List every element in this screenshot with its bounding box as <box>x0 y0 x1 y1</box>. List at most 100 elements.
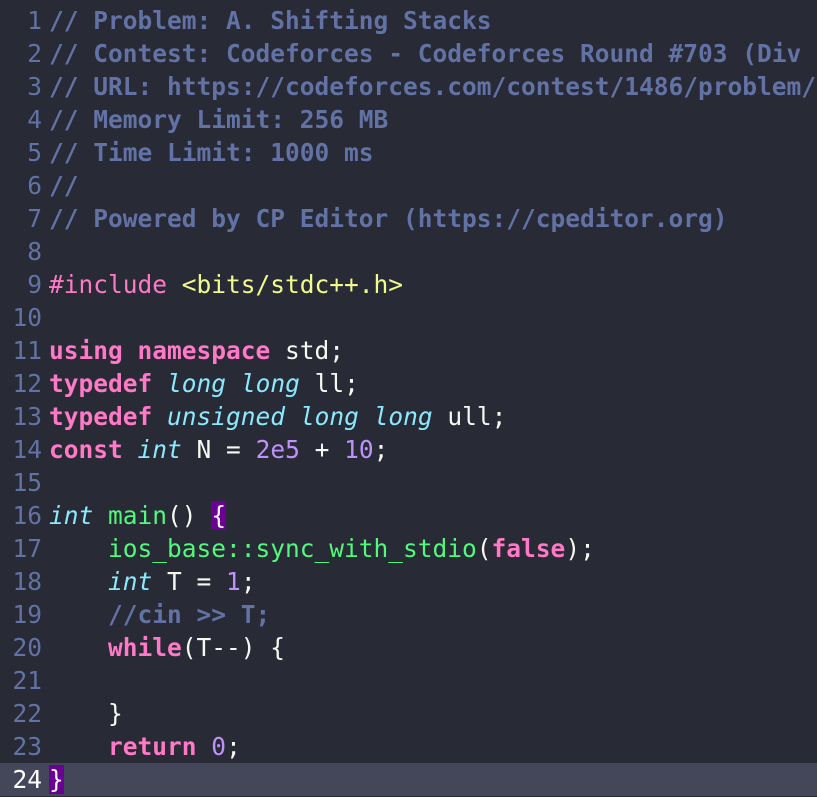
code-token: } <box>49 699 123 728</box>
code-line[interactable]: 17 ios_base::sync_with_stdio(false); <box>0 532 817 565</box>
code-line[interactable]: 9 #include <bits/stdc++.h> <box>0 268 817 301</box>
code-text: // Time Limit: 1000 ms <box>49 138 374 167</box>
code-text: // Problem: A. Shifting Stacks <box>49 6 492 35</box>
line-number: 12 <box>12 369 42 398</box>
line-number: 11 <box>12 336 42 365</box>
code-line[interactable]: 4// Memory Limit: 256 MB <box>0 103 817 136</box>
code-token: long <box>299 402 359 431</box>
line-number: 22 <box>12 699 42 728</box>
code-token: // Time Limit: 1000 ms <box>49 138 374 167</box>
matched-brace: } <box>49 765 64 794</box>
code-text: } <box>49 699 123 728</box>
code-token: // Problem: A. Shifting Stacks <box>49 6 492 35</box>
line-number: 8 <box>27 237 42 266</box>
code-token: ios_base::sync_with_stdio <box>108 534 477 563</box>
code-token: // Memory Limit: 256 MB <box>49 105 389 134</box>
line-number: 2 <box>27 39 42 68</box>
line-number: 20 <box>12 633 42 662</box>
code-line[interactable]: 24} <box>0 763 817 796</box>
code-token: long <box>240 369 300 398</box>
line-number: 23 <box>12 732 42 761</box>
code-line[interactable]: 3// URL: https://codeforces.com/contest/… <box>0 70 817 103</box>
code-token: return <box>108 732 197 761</box>
code-token: () <box>167 501 212 530</box>
code-line[interactable]: 13 typedef unsigned long long ull; <box>0 400 817 433</box>
line-number: 17 <box>12 534 42 563</box>
code-text: int T = 1; <box>49 567 256 596</box>
code-token: ); <box>565 534 595 563</box>
code-text: while(T--) { <box>49 633 285 662</box>
code-token: ; <box>240 567 256 596</box>
code-line[interactable]: 23 return 0; <box>0 730 817 763</box>
code-line[interactable]: 15 <box>0 466 817 499</box>
line-number: 6 <box>27 171 42 200</box>
code-line[interactable]: 20 while(T--) { <box>0 631 817 664</box>
matched-brace: { <box>211 501 227 530</box>
line-number: 10 <box>12 303 42 332</box>
code-line[interactable]: 18 int T = 1; <box>0 565 817 598</box>
code-line[interactable]: 1// Problem: A. Shifting Stacks <box>0 4 817 37</box>
code-editor[interactable]: 1// Problem: A. Shifting Stacks 2// Conte… <box>0 0 817 797</box>
code-token: // Powered by CP Editor (https://cpedito… <box>49 204 728 233</box>
code-line[interactable]: 11 using namespace std; <box>0 334 817 367</box>
code-text: const int N = 2e5 + 10; <box>49 435 388 464</box>
line-number: 5 <box>27 138 42 167</box>
code-text: using namespace std; <box>49 336 344 365</box>
code-line[interactable]: 19 //cin >> T; <box>0 598 817 631</box>
code-token: (T--) { <box>181 633 286 662</box>
code-token: int <box>108 567 153 596</box>
code-text: // Contest: Codeforces - Codeforces Roun… <box>49 39 801 68</box>
code-token: ; <box>226 732 241 761</box>
code-line[interactable]: 14 const int N = 2e5 + 10; <box>0 433 817 466</box>
code-token: T = <box>152 567 227 596</box>
code-line[interactable]: 10 <box>0 301 817 334</box>
line-number: 9 <box>27 270 42 299</box>
code-token: while <box>108 633 182 662</box>
code-token: ( <box>476 534 492 563</box>
line-number: 15 <box>12 468 42 497</box>
code-line[interactable]: 7// Powered by CP Editor (https://cpedit… <box>0 202 817 235</box>
code-token: typedef <box>49 369 153 398</box>
code-token: <bits/stdc++.h> <box>181 270 404 299</box>
line-number: 16 <box>12 501 42 530</box>
line-number: 4 <box>27 105 42 134</box>
code-line[interactable]: 21 <box>0 664 817 697</box>
code-text: return 0; <box>49 732 241 761</box>
code-token: namespace <box>137 336 271 365</box>
code-token: // Contest: Codeforces - Codeforces Roun… <box>49 39 802 68</box>
code-line[interactable]: 8 <box>0 235 817 268</box>
code-line[interactable]: 2// Contest: Codeforces - Codeforces Rou… <box>0 37 817 70</box>
line-number: 21 <box>12 666 42 695</box>
code-line[interactable]: 12 typedef long long ll; <box>0 367 817 400</box>
code-line[interactable]: 16 int main() { <box>0 499 817 532</box>
line-number: 13 <box>12 402 42 431</box>
code-token: ll; <box>299 369 359 398</box>
code-text: typedef long long ll; <box>49 369 359 398</box>
code-line[interactable]: 22 } <box>0 697 817 730</box>
code-token: 10 <box>344 435 374 464</box>
code-token: std; <box>270 336 345 365</box>
code-line[interactable]: 5// Time Limit: 1000 ms <box>0 136 817 169</box>
code-token: using <box>49 336 123 365</box>
line-number: 3 <box>27 72 42 101</box>
line-number: 1 <box>27 6 42 35</box>
code-token: ull; <box>432 402 507 431</box>
code-token: 2e5 <box>255 435 300 464</box>
code-text: // Memory Limit: 256 MB <box>49 105 388 134</box>
code-token: long <box>167 369 227 398</box>
code-token: int <box>49 501 94 530</box>
code-line[interactable]: 6// <box>0 169 817 202</box>
code-text: } <box>49 765 64 794</box>
code-token: 1 <box>226 567 241 596</box>
